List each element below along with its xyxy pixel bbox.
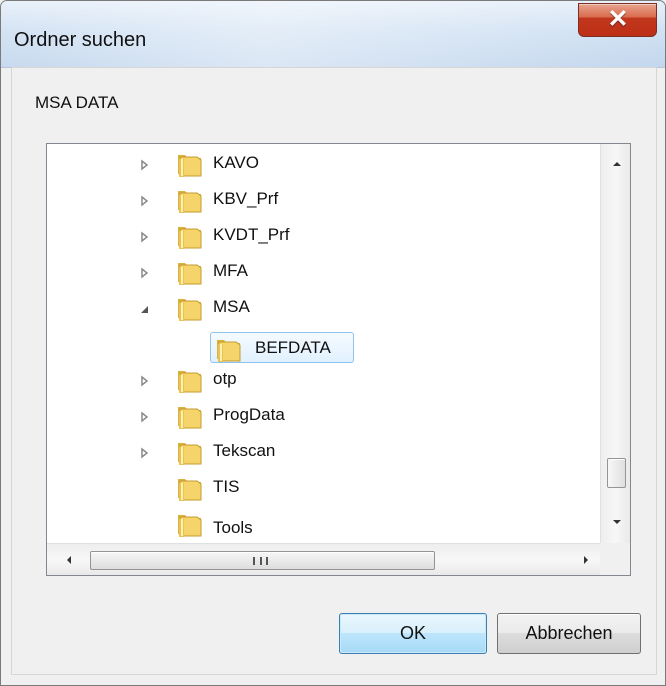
collapsed-expander-icon[interactable] (138, 267, 150, 279)
tree-item-tis[interactable]: TIS (47, 472, 600, 503)
tree-item-mfa[interactable]: MFA (47, 256, 600, 287)
scroll-right-icon[interactable] (578, 552, 594, 568)
ok-button[interactable]: OK (339, 613, 487, 654)
tree-item-label: Tekscan (213, 441, 276, 460)
folder-icon (175, 472, 204, 503)
tree-item-msa[interactable]: MSA (47, 292, 600, 323)
expanded-expander-icon[interactable] (138, 303, 150, 315)
horizontal-scroll-thumb[interactable] (90, 551, 435, 570)
tree-item-label: BEFDATA (255, 338, 331, 357)
collapsed-expander-icon[interactable] (138, 447, 150, 459)
tree-item-label: MFA (213, 261, 248, 280)
horizontal-scrollbar[interactable] (47, 543, 600, 575)
tree-item-label: KAVO (213, 153, 259, 172)
tree-item-kavo[interactable]: KAVO (47, 148, 600, 179)
collapsed-expander-icon[interactable] (138, 159, 150, 171)
tree-item-otp[interactable]: otp (47, 364, 600, 395)
folder-icon (175, 220, 204, 251)
title-bar: Ordner suchen ✕ (1, 1, 665, 68)
folder-icon (175, 508, 204, 539)
folder-icon (175, 400, 204, 431)
tree-item-tools[interactable]: Tools (47, 508, 600, 543)
tree-item-label: KBV_Prf (213, 189, 279, 208)
scroll-left-icon[interactable] (61, 552, 77, 568)
tree-item-label: otp (213, 369, 237, 388)
folder-tree-view[interactable]: KAVO KBV_Prf KVDT_Prf MFA MSA BEFDATA ot… (46, 143, 631, 576)
collapsed-expander-icon[interactable] (138, 231, 150, 243)
tree-item-label: TIS (213, 477, 240, 496)
folder-icon (175, 184, 204, 215)
tree-item-kvdt-prf[interactable]: KVDT_Prf (47, 220, 600, 251)
tree-item-label: KVDT_Prf (213, 225, 290, 244)
dialog-description: MSA DATA (35, 93, 119, 112)
close-icon: ✕ (607, 5, 629, 33)
folder-icon (175, 148, 204, 179)
scrollbar-corner (600, 543, 630, 575)
scroll-down-icon[interactable] (609, 514, 625, 530)
collapsed-expander-icon[interactable] (138, 411, 150, 423)
folder-browser-dialog: Ordner suchen ✕ MSA DATA KAVO KBV_Prf KV… (0, 0, 666, 686)
collapsed-expander-icon[interactable] (138, 375, 150, 387)
tree-item-label: MSA (213, 297, 250, 316)
selected-tree-item-befdata[interactable]: BEFDATA (210, 332, 354, 363)
tree-item-tekscan[interactable]: Tekscan (47, 436, 600, 467)
tree-item-label: ProgData (213, 405, 285, 424)
scroll-up-icon[interactable] (609, 156, 625, 172)
vertical-scroll-thumb[interactable] (607, 458, 626, 488)
tree-item-kbv-prf[interactable]: KBV_Prf (47, 184, 600, 215)
collapsed-expander-icon[interactable] (138, 195, 150, 207)
window-title: Ordner suchen (14, 29, 147, 51)
folder-icon (175, 256, 204, 287)
tree-item-label: Tools (213, 518, 253, 537)
cancel-button[interactable]: Abbrechen (497, 613, 641, 654)
folder-icon (175, 436, 204, 467)
folder-icon (175, 364, 204, 395)
vertical-scrollbar[interactable] (600, 144, 630, 543)
close-button[interactable]: ✕ (578, 3, 657, 37)
folder-icon (175, 292, 204, 323)
folder-icon (214, 333, 243, 364)
scroll-grip-icon (253, 557, 268, 565)
tree-item-progdata[interactable]: ProgData (47, 400, 600, 431)
